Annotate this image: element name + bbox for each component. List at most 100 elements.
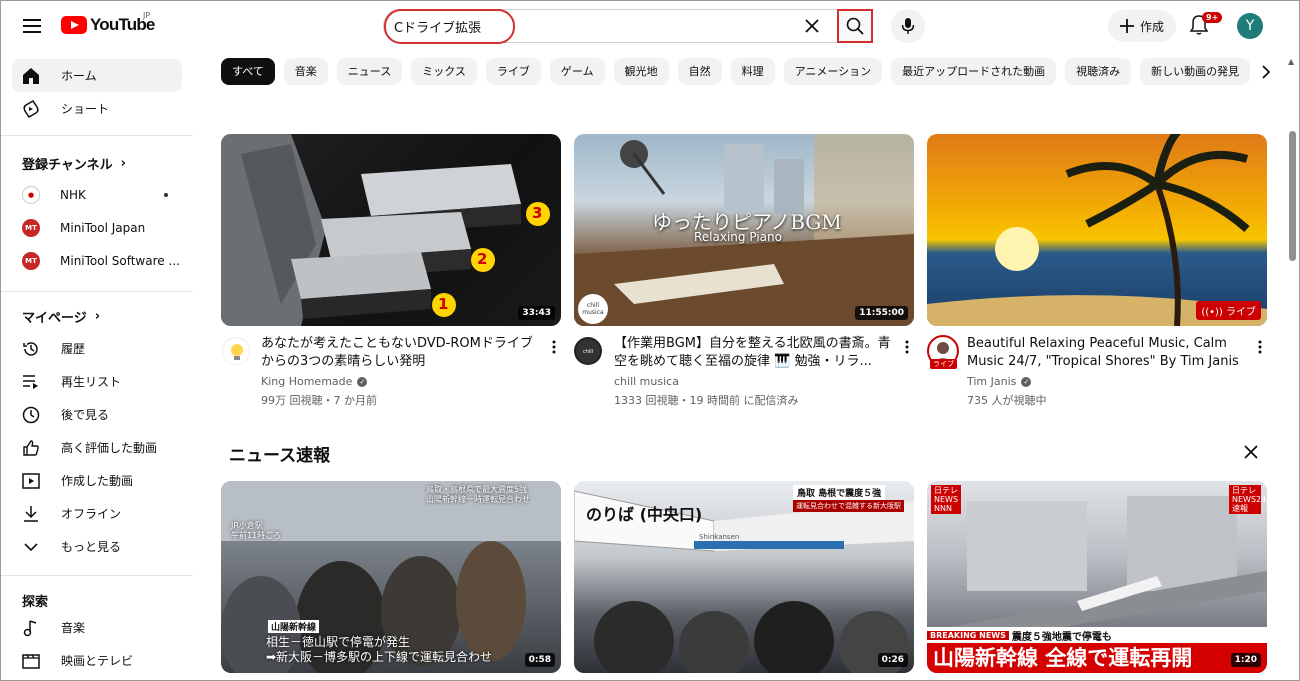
sidebar-item-liked-videos[interactable]: 高く評価した動画 xyxy=(12,431,182,464)
notification-count-badge: 9+ xyxy=(1202,12,1223,23)
video-title[interactable]: 【作業用BGM】自分を整える北欧風の書斎。青空を眺めて聴く至福の旋律 🎹 勉強・… xyxy=(614,335,896,371)
sidebar-item-label: ホーム xyxy=(61,69,97,83)
video-duration: 0:58 xyxy=(524,653,555,667)
video-thumbnail[interactable]: ((•)) ライブ xyxy=(927,134,1267,326)
create-button[interactable]: 作成 xyxy=(1108,10,1176,42)
more-options-icon[interactable] xyxy=(1253,337,1267,357)
your-videos-icon xyxy=(21,471,41,491)
more-options-icon[interactable] xyxy=(900,337,914,357)
hamburger-menu-icon[interactable] xyxy=(17,11,47,41)
sidebar-item-watch-later[interactable]: 後で見る xyxy=(12,398,182,431)
scroll-up-arrow-icon[interactable]: ▲ xyxy=(1288,57,1294,66)
chip-recently-uploaded[interactable]: 最近アップロードされた動画 xyxy=(891,58,1057,85)
chip-sightseeing[interactable]: 観光地 xyxy=(613,58,669,85)
news-video-thumbnail[interactable]: のりば (中央口) Shinkansen 鳥取 島根で震度５強 運転見合わせで混… xyxy=(574,481,914,673)
sidebar-item-music[interactable]: 音楽 xyxy=(12,611,182,644)
subscriptions-heading[interactable]: 登録チャンネル › xyxy=(22,154,126,173)
video-thumbnail[interactable]: 3 2 1 33:43 xyxy=(221,134,561,326)
chip-music[interactable]: 音楽 xyxy=(283,58,328,85)
explore-heading: 探索 xyxy=(22,591,48,610)
chip-watched[interactable]: 視聴済み xyxy=(1065,58,1132,85)
sidebar-item-minitool-japan[interactable]: MT MiniTool Japan xyxy=(12,211,182,244)
sidebar-item-nhk[interactable]: ● NHK xyxy=(12,178,182,211)
create-label: 作成 xyxy=(1139,19,1164,34)
sidebar-item-history[interactable]: 履歴 xyxy=(12,332,182,365)
chip-mix[interactable]: ミックス xyxy=(411,58,477,85)
station-sign: のりば (中央口) xyxy=(586,505,703,524)
news-top-subcaption: 運転見合わせで混雑する新大阪駅 xyxy=(793,500,904,512)
channel-avatar[interactable] xyxy=(222,337,250,365)
youtube-logo[interactable]: YouTube xyxy=(61,15,155,35)
search-icon xyxy=(846,17,864,35)
sidebar-item-home[interactable]: ホーム xyxy=(12,59,182,92)
verified-check-icon: ✓ xyxy=(1021,376,1032,387)
video-channel[interactable]: King Homemade ✓ xyxy=(261,375,368,388)
channel-name: chill musica xyxy=(614,375,679,388)
sidebar-divider xyxy=(1,135,193,136)
movies-icon xyxy=(21,651,41,671)
breaking-news-text: 震度５強地震で停電も xyxy=(1011,631,1112,643)
chip-nature[interactable]: 自然 xyxy=(677,58,722,85)
sidebar-item-label: オフライン xyxy=(61,507,122,521)
search-input[interactable]: Cドライブ拡張 xyxy=(394,17,481,36)
station-sign-sub: Shinkansen xyxy=(699,533,740,541)
shorts-icon xyxy=(21,99,41,119)
close-shelf-icon[interactable] xyxy=(1240,441,1262,463)
live-badge-label: ライブ xyxy=(1226,307,1256,318)
chip-animation[interactable]: アニメーション xyxy=(783,58,883,85)
sidebar-item-label: 履歴 xyxy=(61,342,86,356)
sidebar-item-minitool-software[interactable]: MT MiniTool Software ... xyxy=(12,244,182,277)
video-meta: 735 人が視聴中 xyxy=(967,394,1047,407)
subscriptions-heading-label: 登録チャンネル xyxy=(22,158,113,173)
thumb-number-3: 3 xyxy=(532,204,543,222)
mypage-heading[interactable]: マイページ › xyxy=(22,307,100,326)
chip-cooking[interactable]: 料理 xyxy=(730,58,775,85)
chip-news[interactable]: ニュース xyxy=(336,58,403,85)
sidebar-item-offline[interactable]: オフライン xyxy=(12,497,182,530)
sidebar-item-your-videos[interactable]: 作成した動画 xyxy=(12,464,182,497)
clear-search-icon[interactable] xyxy=(801,15,823,37)
dvd-drives-thumbnail-art xyxy=(221,134,550,326)
sidebar-item-label: 作成した動画 xyxy=(61,474,134,488)
chip-next-arrow-icon[interactable] xyxy=(1251,58,1281,86)
chip-live[interactable]: ライブ xyxy=(485,58,541,85)
playlist-icon xyxy=(21,372,41,392)
news-video-thumbnail[interactable]: 日テレ NEWS NNN 日テレ NEWS24 速報 BREAKING NEWS… xyxy=(927,481,1267,673)
video-duration: 33:43 xyxy=(518,306,555,320)
video-thumbnail[interactable]: ゆったりピアノBGM Relaxing Piano chill musica 1… xyxy=(574,134,914,326)
thumb-number-2: 2 xyxy=(477,250,488,268)
video-meta: 1333 回視聴・19 時間前 に配信済み xyxy=(614,394,799,407)
news-channel-logo-right: 日テレ NEWS24 速報 xyxy=(1229,485,1266,514)
news-top-caption: 鳥取・島根県で最大震度5強 山陽新幹線一時運転見合わせ xyxy=(426,485,530,504)
chip-all[interactable]: すべて xyxy=(221,58,275,85)
channel-name: Tim Janis xyxy=(967,375,1017,388)
voice-search-button[interactable] xyxy=(891,9,925,43)
avatar-live-label: ライブ xyxy=(930,359,957,369)
video-title[interactable]: Beautiful Relaxing Peaceful Music, Calm … xyxy=(967,335,1249,371)
chip-new-to-you[interactable]: 新しい動画の発見 xyxy=(1140,58,1251,85)
breaking-news-label: BREAKING NEWS xyxy=(927,630,1009,640)
sidebar-item-show-more[interactable]: もっと見る xyxy=(12,530,182,563)
sidebar-item-movies[interactable]: 映画とテレビ xyxy=(12,644,182,677)
plus-icon xyxy=(1119,19,1134,33)
news-channel-logo: 日テレ NEWS NNN xyxy=(931,485,961,514)
youtube-window: YouTube JP Cドライブ拡張 作成 9+ Y ホーム ショート 登録チャ… xyxy=(0,0,1300,681)
video-channel[interactable]: chill musica xyxy=(614,375,679,388)
sidebar-divider xyxy=(1,575,193,576)
account-avatar[interactable]: Y xyxy=(1237,13,1263,39)
sidebar-item-shorts[interactable]: ショート xyxy=(12,92,182,125)
sidebar-item-label: 高く評価した動画 xyxy=(61,441,158,455)
news-location-caption: JR小倉駅 午前11時ごろ xyxy=(231,521,282,540)
more-options-icon[interactable] xyxy=(547,337,561,357)
logo-country-code: JP xyxy=(143,11,151,20)
sidebar-item-label: NHK xyxy=(60,187,86,202)
mypage-heading-label: マイページ xyxy=(22,311,87,326)
video-channel[interactable]: Tim Janis ✓ xyxy=(967,375,1032,388)
video-title[interactable]: あなたが考えたこともないDVD-ROMドライブからの3つの素晴らしい発明 xyxy=(261,335,543,371)
sidebar-item-playlists[interactable]: 再生リスト xyxy=(12,365,182,398)
page-scrollbar-thumb[interactable] xyxy=(1289,131,1296,261)
channel-avatar[interactable]: chill xyxy=(574,337,602,365)
news-video-thumbnail[interactable]: 鳥取・島根県で最大震度5強 山陽新幹線一時運転見合わせ JR小倉駅 午前11時ご… xyxy=(221,481,561,673)
chip-games[interactable]: ゲーム xyxy=(549,58,605,85)
search-button[interactable] xyxy=(837,9,873,43)
